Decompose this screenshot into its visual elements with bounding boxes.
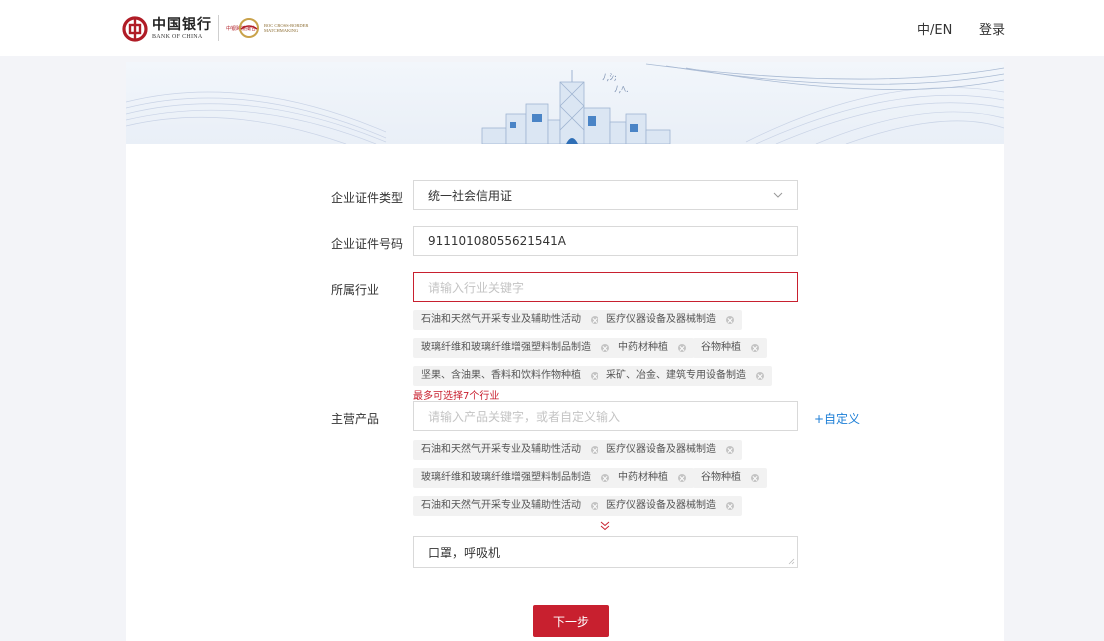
tag-label: 医疗仪器设备及器械制造 bbox=[606, 444, 716, 455]
tag-remove-icon[interactable] bbox=[726, 316, 734, 324]
industry-tag[interactable]: 谷物种植 bbox=[693, 338, 767, 358]
cert-type-value: 统一社会信用证 bbox=[428, 188, 513, 203]
tag-remove-icon[interactable] bbox=[756, 372, 764, 380]
cert-number-input[interactable]: 91110108055621541A bbox=[413, 226, 798, 256]
cert-type-label: 企业证件类型 bbox=[331, 191, 404, 205]
product-tag[interactable]: 玻璃纤维和玻璃纤维增强塑料制品制造 bbox=[413, 468, 617, 488]
city-skyline-illustration: ﾉ,ｼ; ﾉ,ﾍ. bbox=[126, 63, 1004, 144]
tag-remove-icon[interactable] bbox=[678, 344, 686, 352]
svg-text:ﾉ,ｼ;: ﾉ,ｼ; bbox=[602, 73, 617, 83]
product-tag[interactable]: 医疗仪器设备及器械制造 bbox=[598, 496, 742, 516]
industry-tag[interactable]: 采矿、冶金、建筑专用设备制造 bbox=[598, 366, 772, 386]
top-header: 中国银行 BANK OF CHINA 中银跨境撮合 BOC CROSS-BORD… bbox=[0, 0, 1104, 56]
cert-number-value: 91110108055621541A bbox=[428, 234, 566, 248]
boc-logo[interactable]: 中国银行 BANK OF CHINA bbox=[122, 14, 212, 44]
tag-remove-icon[interactable] bbox=[601, 344, 609, 352]
tag-remove-icon[interactable] bbox=[678, 474, 686, 482]
tag-label: 谷物种植 bbox=[701, 342, 741, 353]
cross-border-logo[interactable]: 中银跨境撮合 BOC CROSS-BORDER MATCHMAKING bbox=[226, 17, 310, 39]
industry-tag[interactable]: 中药材种植 bbox=[610, 338, 694, 358]
login-link[interactable]: 登录 bbox=[979, 19, 1005, 38]
tag-remove-icon[interactable] bbox=[601, 474, 609, 482]
industry-tag[interactable]: 坚果、含油果、香料和饮料作物种植 bbox=[413, 366, 607, 386]
boc-logo-cn: 中国银行 bbox=[152, 17, 212, 33]
industry-tag[interactable]: 玻璃纤维和玻璃纤维增强塑料制品制造 bbox=[413, 338, 617, 358]
resize-grip-icon[interactable] bbox=[788, 558, 795, 565]
svg-text:ﾉ,ﾍ.: ﾉ,ﾍ. bbox=[614, 85, 629, 95]
tag-label: 石油和天然气开采专业及辅助性活动 bbox=[421, 314, 581, 325]
industry-search-input[interactable]: 请输入行业关键字 bbox=[413, 272, 798, 302]
products-placeholder: 请输入产品关键字，或者自定义输入 bbox=[428, 409, 621, 424]
product-tag[interactable]: 医疗仪器设备及器械制造 bbox=[598, 440, 742, 460]
industry-placeholder: 请输入行业关键字 bbox=[428, 280, 525, 295]
tag-label: 中药材种植 bbox=[618, 472, 668, 483]
industry-tag[interactable]: 医疗仪器设备及器械制造 bbox=[598, 310, 742, 330]
tag-label: 石油和天然气开采专业及辅助性活动 bbox=[421, 444, 581, 455]
industry-limit-hint: 最多可选择7个行业 bbox=[413, 391, 500, 402]
product-tag[interactable]: 中药材种植 bbox=[610, 468, 694, 488]
tag-label: 玻璃纤维和玻璃纤维增强塑料制品制造 bbox=[421, 472, 591, 483]
tag-label: 医疗仪器设备及器械制造 bbox=[606, 314, 716, 325]
boc-logo-en: BANK OF CHINA bbox=[152, 34, 203, 40]
tag-remove-icon[interactable] bbox=[751, 474, 759, 482]
products-textarea[interactable]: 口罩，呼吸机 bbox=[413, 536, 798, 568]
logo-divider bbox=[218, 15, 219, 41]
cross-border-logo-en: BOC CROSS-BORDER MATCHMAKING bbox=[264, 23, 309, 33]
chevron-down-icon bbox=[773, 192, 783, 198]
cert-type-select[interactable]: 统一社会信用证 bbox=[413, 180, 798, 210]
product-tag[interactable]: 石油和天然气开采专业及辅助性活动 bbox=[413, 440, 607, 460]
products-search-input[interactable]: 请输入产品关键字，或者自定义输入 bbox=[413, 401, 798, 431]
boc-logo-icon bbox=[122, 16, 148, 42]
products-textarea-value: 口罩，呼吸机 bbox=[428, 545, 501, 560]
cert-number-label: 企业证件号码 bbox=[331, 237, 404, 251]
custom-product-link[interactable]: +自定义 bbox=[814, 410, 860, 427]
registration-card: ﾉ,ｼ; ﾉ,ﾍ. 企业证件类型 统一社会信用证 企业证件号码 91110108… bbox=[126, 62, 1004, 641]
expand-more-icon[interactable] bbox=[600, 521, 610, 531]
tag-label: 医疗仪器设备及器械制造 bbox=[606, 500, 716, 511]
tag-label: 玻璃纤维和玻璃纤维增强塑料制品制造 bbox=[421, 342, 591, 353]
city-banner: ﾉ,ｼ; ﾉ,ﾍ. bbox=[126, 62, 1004, 144]
tag-label: 石油和天然气开采专业及辅助性活动 bbox=[421, 500, 581, 511]
industry-label: 所属行业 bbox=[331, 283, 380, 297]
tag-remove-icon[interactable] bbox=[726, 446, 734, 454]
next-step-button[interactable]: 下一步 bbox=[533, 605, 609, 637]
product-tag[interactable]: 石油和天然气开采专业及辅助性活动 bbox=[413, 496, 607, 516]
industry-tag[interactable]: 石油和天然气开采专业及辅助性活动 bbox=[413, 310, 607, 330]
tag-label: 谷物种植 bbox=[701, 472, 741, 483]
tag-label: 中药材种植 bbox=[618, 342, 668, 353]
tag-label: 采矿、冶金、建筑专用设备制造 bbox=[606, 370, 746, 381]
tag-label: 坚果、含油果、香料和饮料作物种植 bbox=[421, 370, 581, 381]
cross-border-emblem-icon bbox=[239, 18, 260, 38]
product-tag[interactable]: 谷物种植 bbox=[693, 468, 767, 488]
tag-remove-icon[interactable] bbox=[751, 344, 759, 352]
tag-remove-icon[interactable] bbox=[726, 502, 734, 510]
language-switch[interactable]: 中/EN bbox=[917, 19, 952, 38]
products-label: 主营产品 bbox=[331, 412, 380, 426]
